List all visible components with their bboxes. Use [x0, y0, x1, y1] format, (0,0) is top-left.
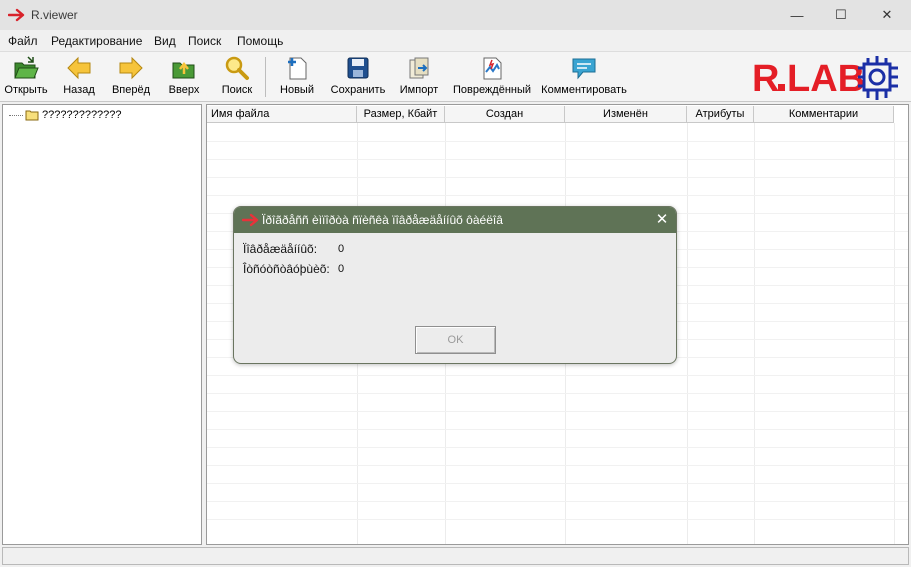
toolbar-separator [265, 57, 266, 97]
column-header-modified[interactable]: Изменён [565, 106, 687, 123]
grid-line [207, 141, 908, 142]
damaged-count-value: 0 [338, 243, 345, 255]
search-label: Поиск [221, 84, 253, 96]
forward-label: Вперёд [111, 84, 151, 96]
minimize-icon: — [790, 7, 804, 23]
search-button[interactable]: Поиск [218, 54, 256, 100]
tree-root-label: ????????????? [42, 109, 122, 121]
missing-count-label: Îòñóòñòâóþùèõ: [243, 262, 330, 276]
floppy-disk-icon [347, 57, 369, 79]
column-header-comments[interactable]: Комментарии [754, 106, 894, 123]
grid-line [754, 123, 755, 544]
close-icon: ✕ [881, 7, 893, 22]
back-label: Назад [63, 84, 95, 96]
title-bar: R.viewer — ☐ ✕ [0, 0, 911, 30]
grid-line [207, 429, 908, 430]
comment-label: Комментировать [541, 84, 627, 96]
grid-line [207, 519, 908, 520]
ok-button[interactable]: OK [415, 326, 496, 354]
menu-bar: Файл Редактирование Вид Поиск Помощь [0, 30, 911, 51]
up-button[interactable]: Вверх [164, 54, 204, 100]
up-label: Вверх [168, 84, 200, 96]
open-button[interactable]: Открыть [2, 54, 50, 100]
column-header-attributes[interactable]: Атрибуты [687, 106, 754, 123]
forward-button[interactable]: Вперёд [108, 54, 154, 100]
open-label: Открыть [4, 84, 48, 96]
arrow-icon [242, 213, 259, 227]
grid-line [207, 411, 908, 412]
grid-line [207, 501, 908, 502]
status-bar [2, 547, 909, 565]
column-header-created[interactable]: Создан [445, 106, 565, 123]
grid-line [207, 177, 908, 178]
damaged-button[interactable]: Повреждённый [452, 54, 532, 100]
new-button[interactable]: Новый [277, 54, 317, 100]
dialog-close-button[interactable]: ✕ [652, 210, 672, 230]
speech-bubble-icon [572, 58, 596, 80]
tree-root-node[interactable]: ????????????? [9, 108, 122, 122]
svg-text:R: R [752, 58, 779, 100]
arrow-left-icon [67, 56, 91, 80]
close-window-button[interactable]: ✕ [864, 0, 910, 30]
maximize-button[interactable]: ☐ [818, 0, 864, 30]
grid-line [207, 465, 908, 466]
tree-connector [9, 114, 23, 116]
grid-line [894, 123, 895, 544]
missing-count-value: 0 [338, 263, 345, 275]
grid-line [207, 159, 908, 160]
import-label: Импорт [399, 84, 439, 96]
menu-file[interactable]: Файл [8, 34, 38, 48]
damaged-file-icon [483, 57, 502, 80]
new-document-icon [288, 57, 307, 80]
back-button[interactable]: Назад [58, 54, 100, 100]
grid-line [687, 123, 688, 544]
damaged-count-label: Ïîâðåæäåííûõ: [243, 242, 318, 256]
grid-line [207, 375, 908, 376]
grid-line [207, 447, 908, 448]
save-button[interactable]: Сохранить [328, 54, 388, 100]
import-progress-dialog: Ïðîãðåññ èìïîðòà ñïèñêà ïîâðåæäåííûõ ôàé… [233, 206, 677, 364]
arrow-icon [8, 8, 25, 22]
magnifier-icon [225, 56, 249, 80]
menu-search[interactable]: Поиск [188, 34, 221, 48]
import-button[interactable]: Импорт [398, 54, 440, 100]
open-folder-icon [14, 56, 39, 79]
folder-icon [25, 110, 39, 121]
toolbar: Открыть Назад Вперёд Вверх Поиск Новый С… [0, 51, 911, 102]
menu-help[interactable]: Помощь [237, 34, 283, 48]
folder-tree[interactable]: ????????????? [2, 104, 202, 545]
dialog-title-bar: Ïðîãðåññ èìïîðòà ñïèñêà ïîâðåæäåííûõ ôàé… [234, 207, 676, 233]
dialog-title: Ïðîãðåññ èìïîðòà ñïèñêà ïîâðåæäåííûõ ôàé… [262, 213, 503, 227]
damaged-label: Повреждённый [452, 84, 532, 96]
svg-text:LAB: LAB [787, 58, 865, 100]
save-label: Сохранить [330, 84, 386, 96]
grid-line [207, 195, 908, 196]
grid-line [207, 393, 908, 394]
window-title: R.viewer [31, 8, 78, 22]
maximize-icon: ☐ [835, 7, 847, 22]
column-header-size[interactable]: Размер, Кбайт [357, 106, 445, 123]
minimize-button[interactable]: — [774, 0, 820, 30]
rlab-logo: R LAB [752, 56, 898, 100]
import-icon [409, 57, 429, 79]
column-header-name[interactable]: Имя файла [207, 106, 357, 123]
menu-edit[interactable]: Редактирование [51, 34, 142, 48]
folder-up-icon [172, 61, 195, 79]
menu-view[interactable]: Вид [154, 34, 176, 48]
new-label: Новый [280, 84, 314, 96]
comment-button[interactable]: Комментировать [540, 54, 628, 100]
grid-line [207, 483, 908, 484]
arrow-right-icon [119, 56, 143, 80]
